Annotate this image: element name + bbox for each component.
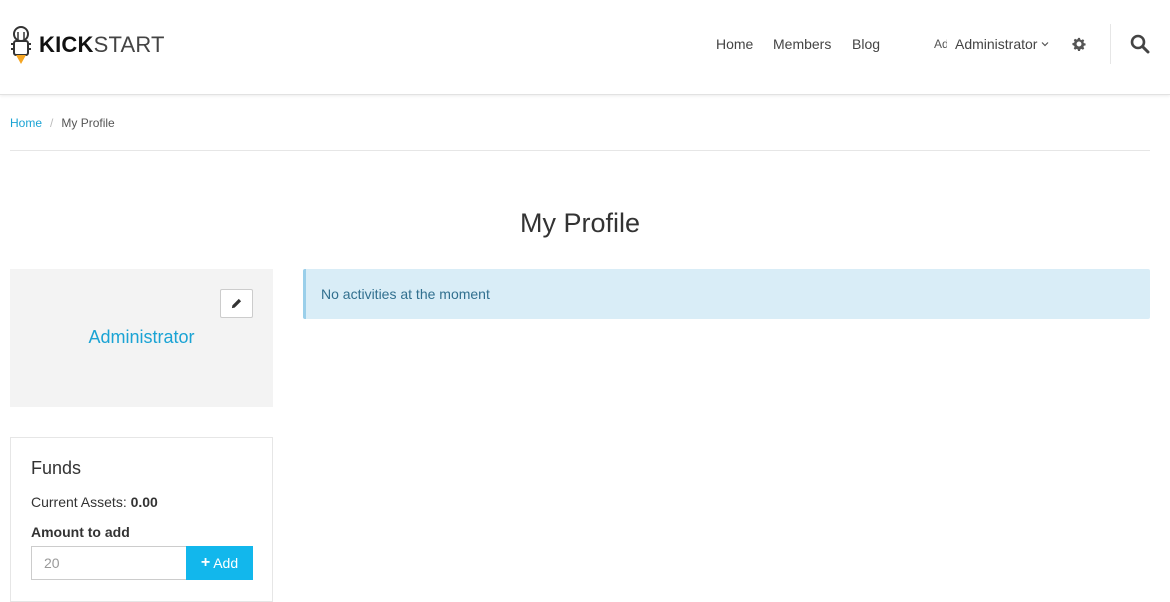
add-button-label: Add	[213, 555, 239, 571]
add-funds-button[interactable]: + Add	[186, 546, 253, 580]
nav-members-link[interactable]: Members	[773, 36, 831, 52]
user-menu-dropdown[interactable]: Ad Administrator	[934, 36, 1049, 52]
current-assets-value: 0.00	[130, 494, 158, 510]
nav-item-blog[interactable]: Blog	[852, 36, 880, 52]
nav-item-home[interactable]: Home	[716, 36, 753, 52]
search-icon[interactable]	[1130, 34, 1150, 54]
breadcrumb-separator: /	[50, 116, 54, 130]
current-assets: Current Assets: 0.00	[31, 494, 158, 510]
rocket-bulb-icon	[11, 26, 31, 64]
profile-name[interactable]: Administrator	[10, 327, 273, 348]
gear-icon[interactable]	[1072, 37, 1086, 51]
kickstart-logo[interactable]: KICKSTART	[9, 24, 165, 66]
breadcrumb-current: My Profile	[61, 116, 115, 130]
avatar: Ad	[934, 37, 947, 51]
activity-alert: No activities at the moment	[303, 269, 1150, 319]
edit-profile-button[interactable]	[220, 289, 253, 318]
user-menu-label: Administrator	[955, 36, 1038, 52]
nav-item-members[interactable]: Members	[773, 36, 831, 52]
activity-message: No activities at the moment	[321, 286, 490, 302]
breadcrumb: Home / My Profile	[10, 116, 115, 130]
page-title: My Profile	[519, 208, 641, 238]
chevron-down-icon	[1042, 42, 1049, 47]
plus-icon: +	[200, 554, 211, 571]
breadcrumb-home[interactable]: Home	[10, 116, 42, 130]
top-header: KICKSTART Home Members Blog Ad Administr…	[0, 0, 1170, 95]
profile-card: Administrator	[10, 269, 273, 407]
breadcrumb-divider	[10, 150, 1150, 151]
current-assets-label: Current Assets:	[31, 494, 127, 510]
funds-card: Funds Current Assets: 0.00 Amount to add…	[10, 437, 273, 602]
pencil-icon	[231, 298, 242, 309]
amount-input[interactable]	[31, 546, 187, 580]
header-divider	[1110, 24, 1111, 64]
amount-label: Amount to add	[31, 524, 130, 540]
nav-home-link[interactable]: Home	[716, 36, 753, 52]
nav-blog-link[interactable]: Blog	[852, 36, 880, 52]
funds-title: Funds	[31, 458, 82, 478]
logo-text: KICKSTART	[39, 32, 165, 57]
